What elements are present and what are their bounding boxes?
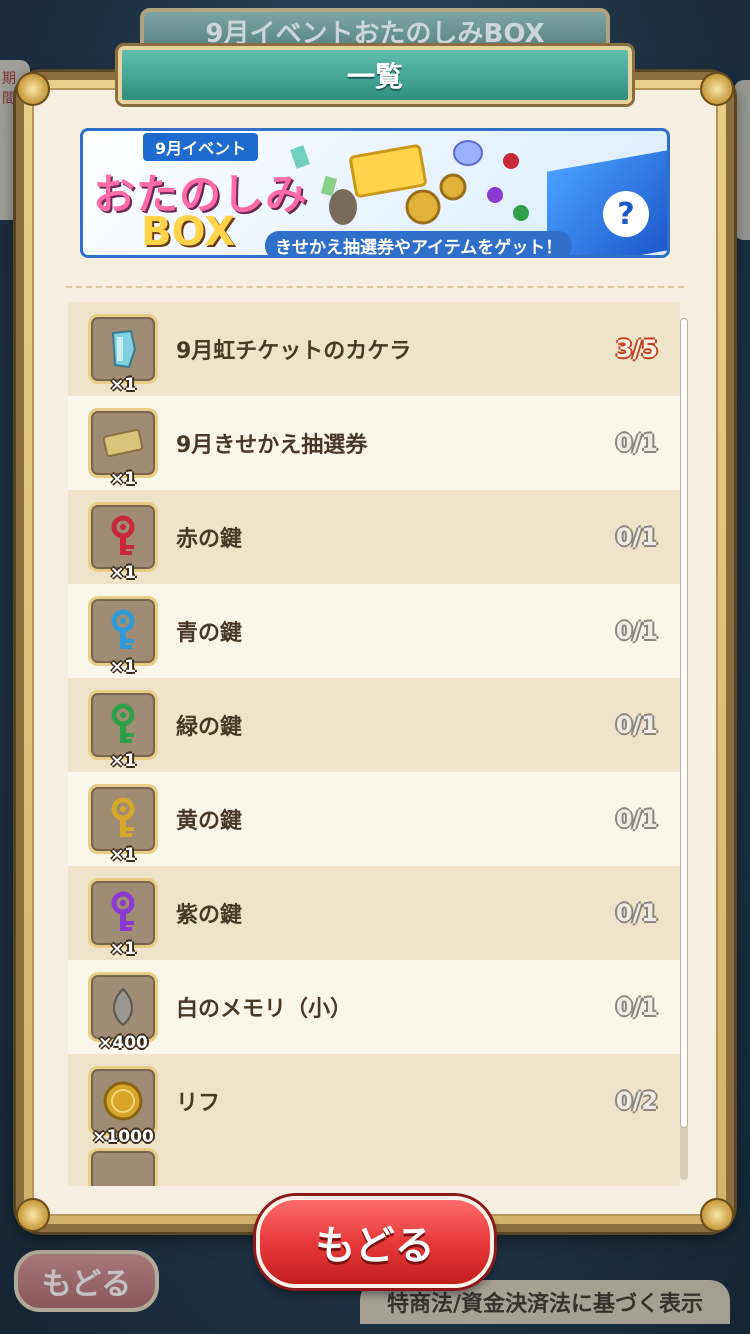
rainbow-ticket-fragment-icon: ×1 [88,314,158,395]
banner-box-label: BOX [141,209,235,255]
corner-ornament-icon [700,72,734,106]
event-banner: 9月イベント おたのしみ BOX ? きせかえ抽選券やアイテムをゲット！ [80,128,670,258]
item-quantity: ×1 [109,751,137,771]
item-quantity: ×1 [109,375,137,395]
item-name: 赤の鍵 [176,527,243,552]
item-progress-count: 0/1 [615,805,658,833]
list-item[interactable]: ×1 青の鍵 0/1 [68,584,680,678]
question-mark-icon: ? [603,191,649,237]
list-item[interactable]: ×1 9月きせかえ抽選券 0/1 [68,396,680,490]
list-item[interactable]: ×400 白のメモリ（小） 0/1 [68,960,680,1054]
rif-coin-icon: ×1000 [88,1066,158,1147]
red-key-icon: ×1 [88,502,158,583]
item-name: 黄の鍵 [176,809,243,834]
background-right-tab [734,80,750,240]
corner-ornament-icon [16,72,50,106]
modal-title: 一覧 [118,46,632,104]
back-button[interactable]: もどる [256,1196,494,1288]
item-quantity: ×1 [109,657,137,677]
item-progress-count: 0/1 [615,617,658,645]
item-name: 青の鍵 [176,621,243,646]
item-name: 9月きせかえ抽選券 [176,433,368,458]
item-quantity: ×400 [98,1033,148,1053]
green-key-icon: ×1 [88,690,158,771]
purple-key-icon: ×1 [88,878,158,959]
item-name: リフ [176,1091,221,1116]
list-item[interactable]: ×1 紫の鍵 0/1 [68,866,680,960]
item-name: 白のメモリ（小） [176,997,353,1022]
divider [66,286,684,288]
item-progress-count: 0/2 [615,1087,658,1115]
list-item[interactable]: ×1 緑の鍵 0/1 [68,678,680,772]
item-list[interactable]: ×1 9月虹チケットのカケラ 3/5 ×1 9月きせかえ抽選券 0/1 ×1 赤の鍵 0/1 ×1… [68,302,680,1186]
lottery-ticket-icon: ×1 [88,408,158,489]
item-progress-count: 0/1 [615,899,658,927]
blue-key-icon: ×1 [88,596,158,677]
list-item[interactable] [68,1148,680,1186]
item-quantity: ×1 [109,563,137,583]
background-back-button: もどる [14,1250,159,1312]
list-item[interactable]: ×1 9月虹チケットのカケラ 3/5 [68,302,680,396]
item-name: 紫の鍵 [176,903,243,928]
banner-subtitle: きせかえ抽選券やアイテムをゲット！ [265,231,573,255]
item-progress-count: 0/1 [615,993,658,1021]
corner-ornament-icon [700,1198,734,1232]
scrollbar-thumb[interactable] [680,318,688,1128]
banner-event-tag: 9月イベント [143,133,259,161]
item-progress-count: 3/5 [615,335,658,363]
yellow-key-icon: ×1 [88,784,158,865]
item-progress-count: 0/1 [615,523,658,551]
item-name: 緑の鍵 [176,715,243,740]
confetti-decoration-icon [290,140,529,225]
item-progress-count: 0/1 [615,711,658,739]
list-item[interactable]: ×1000 リフ 0/2 [68,1054,680,1148]
corner-ornament-icon [16,1198,50,1232]
item-quantity: ×1 [109,939,137,959]
item-thumbnail-icon [88,1148,158,1186]
scrollbar[interactable] [680,318,688,1180]
list-item[interactable]: ×1 黄の鍵 0/1 [68,772,680,866]
item-name: 9月虹チケットのカケラ [176,339,412,364]
item-quantity: ×1 [109,469,137,489]
list-item[interactable]: ×1 赤の鍵 0/1 [68,490,680,584]
item-quantity: ×1 [109,845,137,865]
item-progress-count: 0/1 [615,429,658,457]
white-memory-icon: ×400 [88,972,158,1053]
item-quantity: ×1000 [92,1127,154,1147]
